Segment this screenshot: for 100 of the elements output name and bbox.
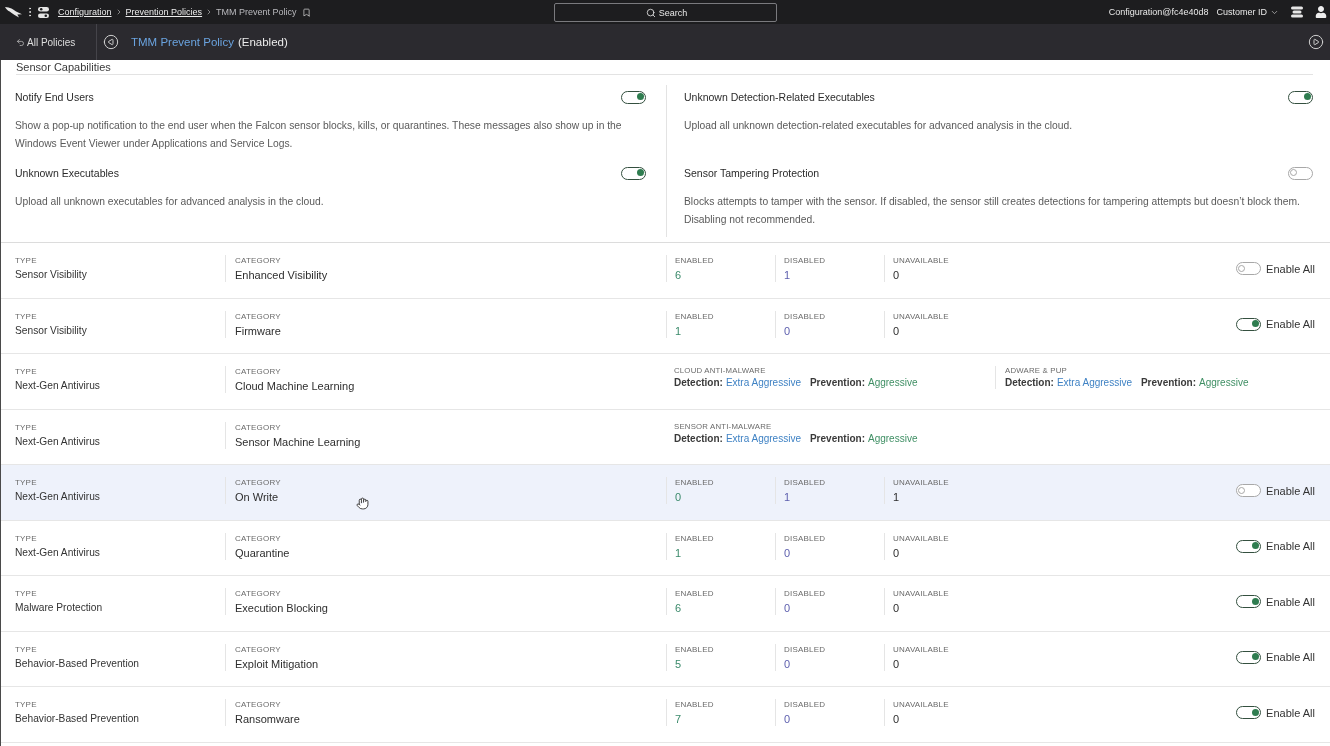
count-label: UNAVAILABLE: [893, 310, 949, 322]
type-value: Behavior-Based Prevention: [15, 712, 140, 726]
bird-logo-icon[interactable]: [5, 6, 22, 18]
count-value: 0: [893, 268, 900, 282]
category-value: Sensor Machine Learning: [235, 434, 361, 449]
category-value: On Write: [235, 490, 279, 504]
type-label: TYPE: [15, 532, 37, 544]
enable-all-label[interactable]: Enable All: [1266, 595, 1315, 608]
type-value: Sensor Visibility: [15, 323, 87, 338]
toggle-switch[interactable]: [1236, 317, 1262, 331]
category-value: Enhanced Visibility: [235, 268, 328, 282]
category-value: Exploit Mitigation: [235, 656, 319, 671]
toggle-switch[interactable]: [1288, 166, 1313, 180]
enable-all-label[interactable]: Enable All: [1266, 651, 1315, 663]
count-value: 1: [784, 490, 791, 504]
type-value: Next-Gen Antivirus: [15, 379, 100, 393]
toggle-switch[interactable]: [621, 90, 646, 104]
type-value: Behavior-Based Prevention: [15, 656, 140, 671]
category-label: CATEGORY: [235, 255, 281, 266]
count-value: 0: [893, 323, 900, 338]
count-label: DISABLED: [784, 532, 826, 544]
type-value: Next-Gen Antivirus: [15, 434, 100, 449]
count-value: 1: [675, 545, 682, 560]
count-label: DISABLED: [784, 255, 826, 266]
count-value: 0: [893, 712, 900, 726]
count-value: 1: [784, 268, 791, 282]
setting-description: Upload all unknown executables for advanced analysis in the cloud.: [15, 195, 325, 209]
type-label: TYPE: [15, 421, 37, 433]
count-value: 0: [893, 656, 900, 671]
toggle-switch[interactable]: [1236, 650, 1262, 664]
toggle-switch[interactable]: [1288, 90, 1313, 104]
count-value: 0: [784, 323, 791, 338]
category-label: CATEGORY: [235, 310, 281, 322]
toggle-switch[interactable]: [1236, 595, 1262, 608]
all-policies-button[interactable]: All Policies: [0, 24, 97, 60]
count-label: DISABLED: [784, 588, 826, 599]
count-label: UNAVAILABLE: [893, 643, 949, 655]
breadcrumb-current: TMM Prevent Policy: [216, 7, 297, 17]
customer-id-dropdown[interactable]: Customer ID: [1216, 7, 1279, 17]
breadcrumb-link[interactable]: Prevention Policies: [125, 7, 203, 17]
circle-play-icon[interactable]: [1308, 34, 1324, 50]
toggle-switch[interactable]: [1236, 706, 1262, 719]
category-label: CATEGORY: [235, 532, 281, 544]
toggle-switch[interactable]: [1236, 539, 1262, 553]
count-value: 7: [675, 712, 682, 726]
category-value: Quarantine: [235, 545, 290, 560]
toggle-switch[interactable]: [621, 166, 646, 180]
user-icon[interactable]: [1315, 6, 1327, 18]
enable-all-label[interactable]: Enable All: [1266, 706, 1315, 719]
count-label: DISABLED: [784, 477, 826, 488]
count-label: DISABLED: [784, 310, 826, 322]
enable-all-label[interactable]: Enable All: [1266, 484, 1315, 497]
setting-description: Blocks attempts to tamper with the sensor. If disabled, the sensor still creates detections for tampering attempts but doesn’t block them. Disabling not recommended.: [684, 195, 1301, 227]
type-label: TYPE: [15, 310, 37, 322]
setting-title: Sensor Tampering Protection: [684, 167, 820, 179]
enable-all-label[interactable]: Enable All: [1266, 540, 1315, 552]
bookmark-icon[interactable]: [301, 7, 311, 17]
count-label: ENABLED: [675, 588, 714, 599]
switches-icon[interactable]: [38, 6, 49, 18]
type-label: TYPE: [15, 255, 37, 266]
breadcrumb-link[interactable]: Configuration: [58, 7, 112, 17]
type-label: TYPE: [15, 643, 37, 655]
type-value: Malware Protection: [15, 601, 103, 615]
count-value: 0: [784, 656, 791, 671]
type-label: TYPE: [15, 699, 37, 710]
count-value: 1: [893, 490, 900, 504]
count-value: 0: [893, 545, 900, 560]
type-value: Next-Gen Antivirus: [15, 545, 100, 560]
enable-all-label[interactable]: Enable All: [1266, 262, 1315, 275]
policy-status: (Enabled): [237, 36, 288, 48]
search-icon: [645, 7, 656, 18]
count-value: 0: [893, 601, 900, 615]
count-label: UNAVAILABLE: [893, 588, 949, 599]
setting-description: Upload all unknown detection-related executables for advanced analysis in the cloud.: [684, 119, 1074, 133]
policy-row[interactable]: TYPE Next-Gen Antivirus CATEGORY On Write ENABLED 0 DISABLED 1 UNAVAILABLE 1 Enable All: [1, 465, 1330, 521]
search-field[interactable]: Search: [553, 3, 777, 22]
count-label: ENABLED: [675, 699, 714, 710]
count-label: ENABLED: [675, 532, 714, 544]
type-value: Sensor Visibility: [15, 268, 87, 282]
type-label: TYPE: [15, 588, 37, 599]
category-label: CATEGORY: [235, 421, 281, 433]
count-label: DISABLED: [784, 699, 826, 710]
detection-label: Detection:: [674, 377, 723, 389]
prevention-label: Prevention:: [1140, 377, 1196, 389]
toggle-switch[interactable]: [1236, 484, 1262, 497]
circle-left-icon[interactable]: [103, 34, 119, 50]
detection-value: Extra Aggressive: [725, 377, 801, 389]
toggle-switch[interactable]: [1236, 262, 1262, 275]
count-value: 5: [675, 656, 682, 671]
section-heading: Sensor Capabilities: [16, 60, 111, 74]
count-value: 1: [675, 323, 682, 338]
prevention-value: Aggressive: [867, 432, 918, 445]
category-label: CATEGORY: [235, 699, 281, 710]
category-label: CATEGORY: [235, 366, 281, 377]
policy-name: TMM Prevent Policy: [131, 36, 234, 48]
count-label: ENABLED: [675, 310, 714, 322]
stack-icon[interactable]: [1291, 6, 1303, 18]
count-label: ENABLED: [675, 255, 714, 266]
count-label: ENABLED: [675, 643, 714, 655]
enable-all-label[interactable]: Enable All: [1266, 318, 1315, 330]
